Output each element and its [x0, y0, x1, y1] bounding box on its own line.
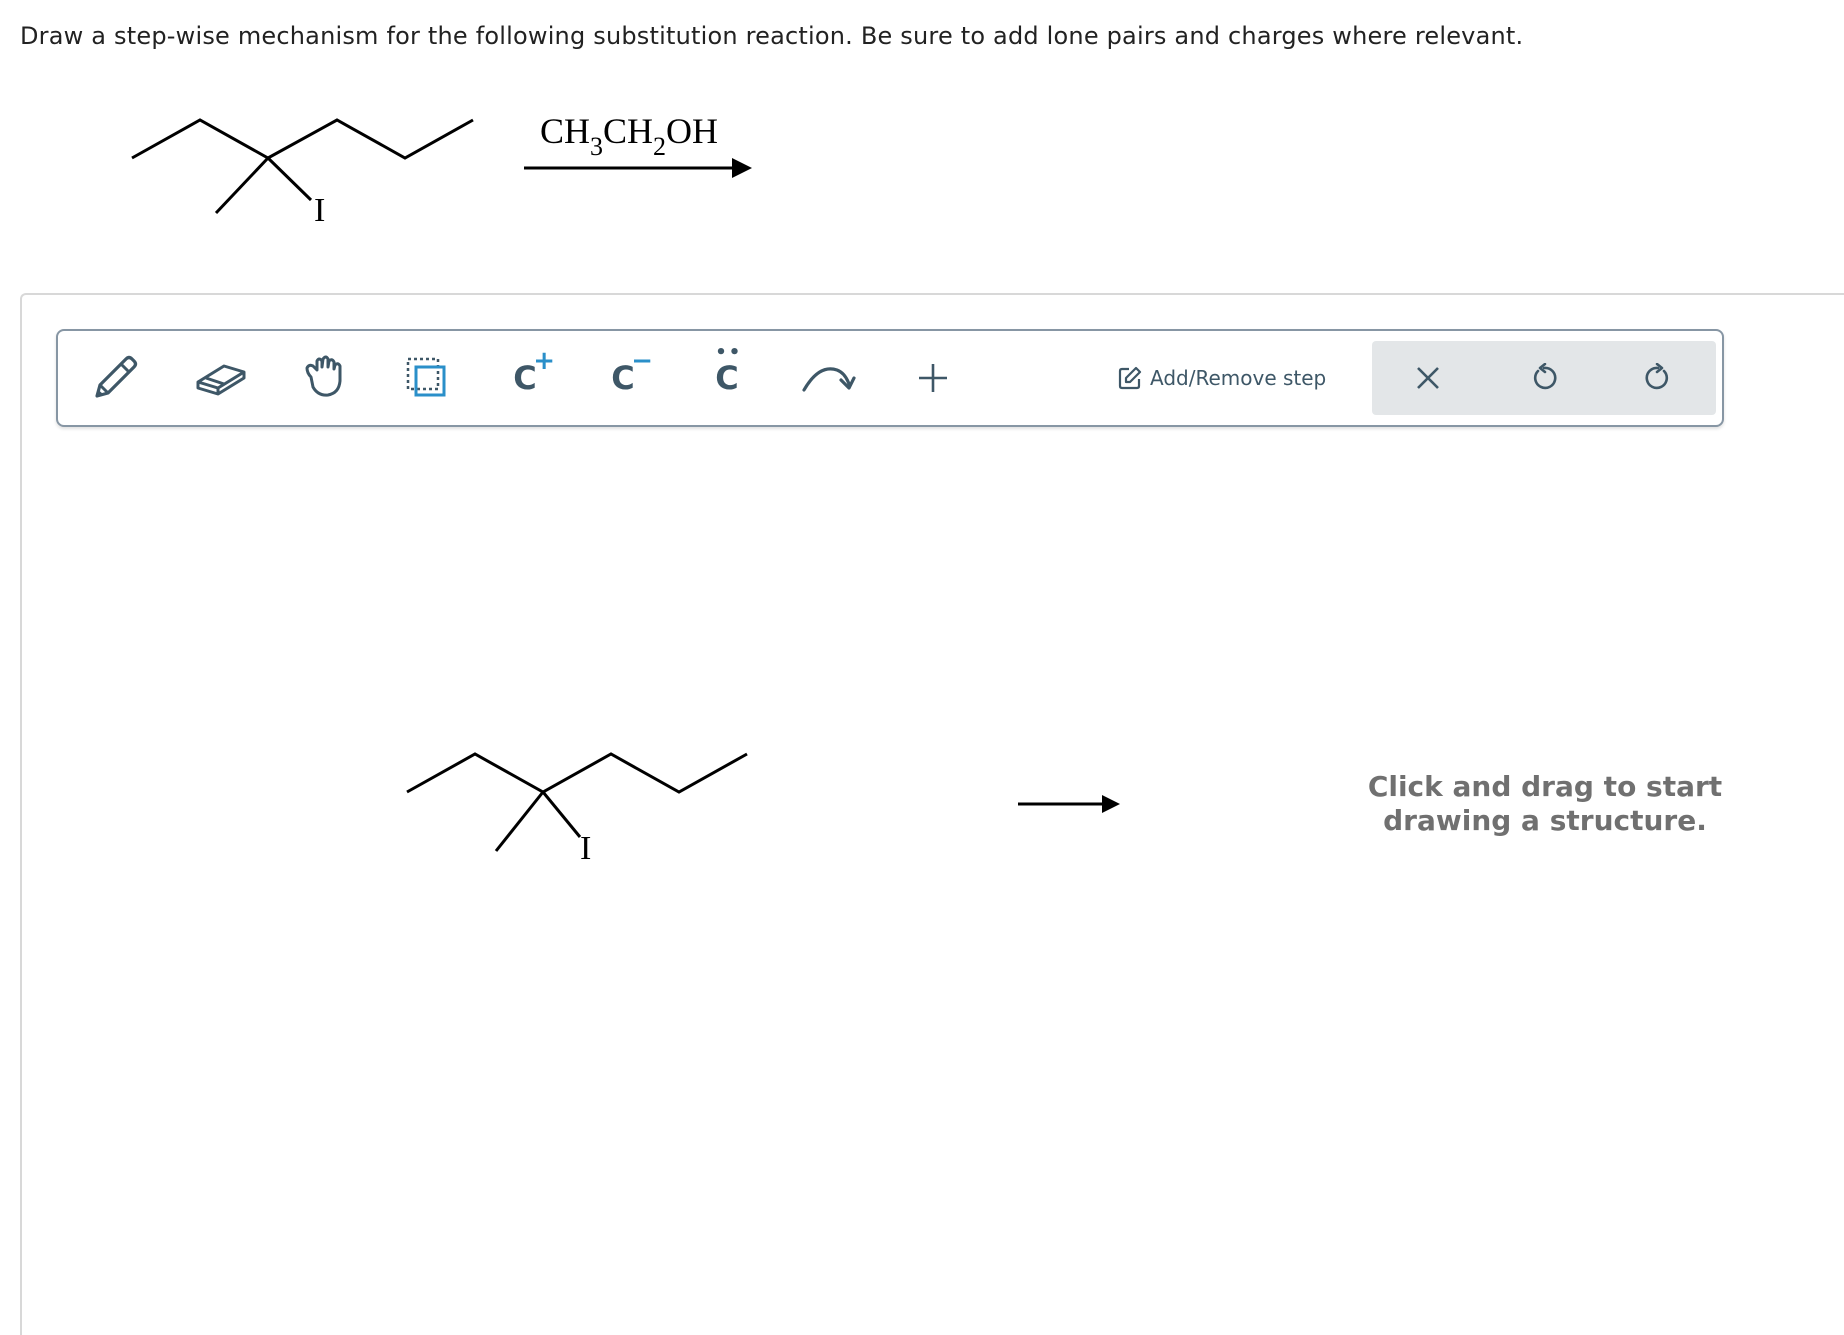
select-icon [406, 357, 446, 397]
lone-pair-tool[interactable]: C •• [692, 331, 762, 425]
reagent-label: CH3CH2OH [540, 111, 719, 161]
redo-button[interactable] [1602, 341, 1714, 415]
undo-button[interactable] [1488, 341, 1600, 415]
hand-icon [305, 355, 342, 397]
curved-arrow-tool[interactable] [788, 331, 868, 425]
substrate-structure [131, 118, 474, 215]
redo-icon [1645, 363, 1669, 390]
cation-icon: C + [513, 346, 556, 397]
pencil-icon [95, 355, 138, 398]
undo-icon [1533, 363, 1557, 390]
plus-tool[interactable] [898, 331, 968, 425]
plus-icon [919, 364, 947, 392]
anion-icon: C − [611, 346, 654, 397]
eraser-icon [196, 364, 246, 396]
curved-arrow-icon [802, 367, 856, 392]
cation-tool[interactable]: C + [490, 331, 560, 425]
select-tool[interactable] [392, 331, 462, 425]
anion-tool[interactable]: C − [588, 331, 658, 425]
reaction-arrow [524, 158, 752, 178]
lone-pair-icon: C •• [715, 342, 743, 397]
edit-icon [1118, 366, 1142, 390]
toolbar: C + C − C •• Add/Remove step [56, 329, 1724, 427]
hand-tool[interactable] [290, 331, 360, 425]
drawing-hint: Click and drag to start drawing a struct… [1367, 770, 1723, 837]
canvas-reaction-arrow[interactable] [1012, 790, 1122, 820]
close-icon [1417, 367, 1439, 389]
add-remove-step-button[interactable]: Add/Remove step [1118, 331, 1326, 425]
add-remove-step-label: Add/Remove step [1150, 366, 1327, 390]
eraser-tool[interactable] [186, 331, 256, 425]
iodine-label: I [314, 192, 326, 229]
pencil-tool[interactable] [80, 331, 150, 425]
action-group [1372, 341, 1716, 415]
canvas-iodine-label[interactable]: I [580, 830, 591, 868]
clear-button[interactable] [1372, 341, 1484, 415]
